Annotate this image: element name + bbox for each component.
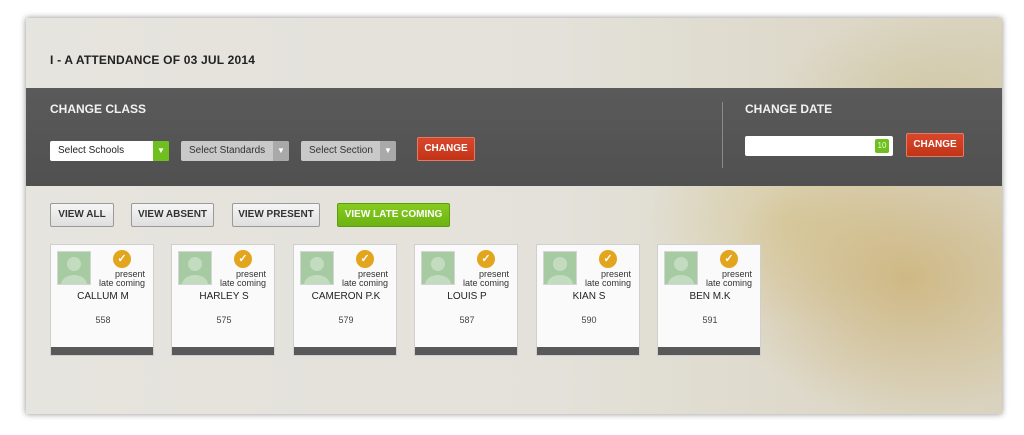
check-circle-icon: ✓ (356, 250, 374, 268)
status-late-coming: late coming (219, 278, 266, 288)
student-name: KIAN S (572, 291, 606, 302)
student-number: 587 (459, 315, 475, 325)
chevron-down-icon: ▼ (380, 141, 396, 161)
attendance-status: present late coming (463, 270, 509, 288)
select-section-label: Select Section (309, 145, 373, 156)
student-number: 579 (338, 315, 354, 325)
student-name: CALLUM M (77, 291, 129, 302)
check-circle-icon: ✓ (113, 250, 131, 268)
card-footer-bar (51, 347, 153, 355)
check-circle-icon: ✓ (477, 250, 495, 268)
card-footer-bar (537, 347, 639, 355)
student-number: 558 (95, 315, 111, 325)
student-number: 590 (581, 315, 597, 325)
avatar-placeholder-icon (300, 251, 334, 285)
view-present-button[interactable]: VIEW PRESENT (232, 203, 320, 227)
toolbar: CHANGE CLASS Select Schools ▼ Select Sta… (26, 88, 1002, 186)
card-footer-bar (294, 347, 396, 355)
status-late-coming: late coming (341, 278, 388, 288)
student-name: LOUIS P (447, 291, 487, 302)
student-card[interactable]: ✓ present late coming HARLEY S 575 (171, 244, 275, 356)
check-circle-icon: ✓ (599, 250, 617, 268)
calendar-icon[interactable]: 10 (875, 139, 889, 153)
chevron-down-icon: ▼ (273, 141, 289, 161)
title-bar: I - A ATTENDANCE OF 03 JUL 2014 (26, 18, 1002, 88)
status-late-coming: late coming (462, 278, 509, 288)
select-standards[interactable]: Select Standards ▼ (181, 141, 289, 161)
check-circle-icon: ✓ (234, 250, 252, 268)
avatar-placeholder-icon (664, 251, 698, 285)
status-late-coming: late coming (98, 278, 145, 288)
card-footer-bar (172, 347, 274, 355)
card-footer-bar (658, 347, 760, 355)
student-card[interactable]: ✓ present late coming KIAN S 590 (536, 244, 640, 356)
select-standards-label: Select Standards (189, 145, 266, 156)
page-title: I - A ATTENDANCE OF 03 JUL 2014 (50, 53, 256, 67)
attendance-status: present late coming (99, 270, 145, 288)
student-card[interactable]: ✓ present late coming BEN M.K 591 (657, 244, 761, 356)
student-name: HARLEY S (199, 291, 249, 302)
student-card[interactable]: ✓ present late coming CAMERON P.K 579 (293, 244, 397, 356)
select-section[interactable]: Select Section ▼ (301, 141, 396, 161)
student-number: 591 (702, 315, 718, 325)
change-class-title: CHANGE CLASS (50, 102, 147, 116)
card-footer-bar (415, 347, 517, 355)
attendance-status: present late coming (342, 270, 388, 288)
status-late-coming: late coming (584, 278, 631, 288)
student-card[interactable]: ✓ present late coming CALLUM M 558 (50, 244, 154, 356)
status-late-coming: late coming (705, 278, 752, 288)
avatar-placeholder-icon (421, 251, 455, 285)
student-card[interactable]: ✓ present late coming LOUIS P 587 (414, 244, 518, 356)
avatar-placeholder-icon (543, 251, 577, 285)
attendance-panel: I - A ATTENDANCE OF 03 JUL 2014 CHANGE C… (26, 18, 1002, 414)
attendance-status: present late coming (220, 270, 266, 288)
toolbar-divider (722, 102, 723, 168)
check-circle-icon: ✓ (720, 250, 738, 268)
change-date-title: CHANGE DATE (745, 102, 833, 116)
chevron-down-icon: ▼ (153, 141, 169, 161)
attendance-status: present late coming (706, 270, 752, 288)
change-class-button[interactable]: CHANGE (417, 137, 475, 161)
student-name: BEN M.K (689, 291, 731, 302)
view-late-coming-button[interactable]: VIEW LATE COMING (337, 203, 450, 227)
student-name: CAMERON P.K (311, 291, 381, 302)
avatar-placeholder-icon (57, 251, 91, 285)
avatar-placeholder-icon (178, 251, 212, 285)
view-all-button[interactable]: VIEW ALL (50, 203, 114, 227)
select-schools-label: Select Schools (58, 145, 125, 156)
view-absent-button[interactable]: VIEW ABSENT (131, 203, 214, 227)
date-input[interactable]: 10 (745, 136, 893, 156)
select-schools[interactable]: Select Schools ▼ (50, 141, 169, 161)
student-number: 575 (216, 315, 232, 325)
attendance-status: present late coming (585, 270, 631, 288)
change-date-button[interactable]: CHANGE (906, 133, 964, 157)
